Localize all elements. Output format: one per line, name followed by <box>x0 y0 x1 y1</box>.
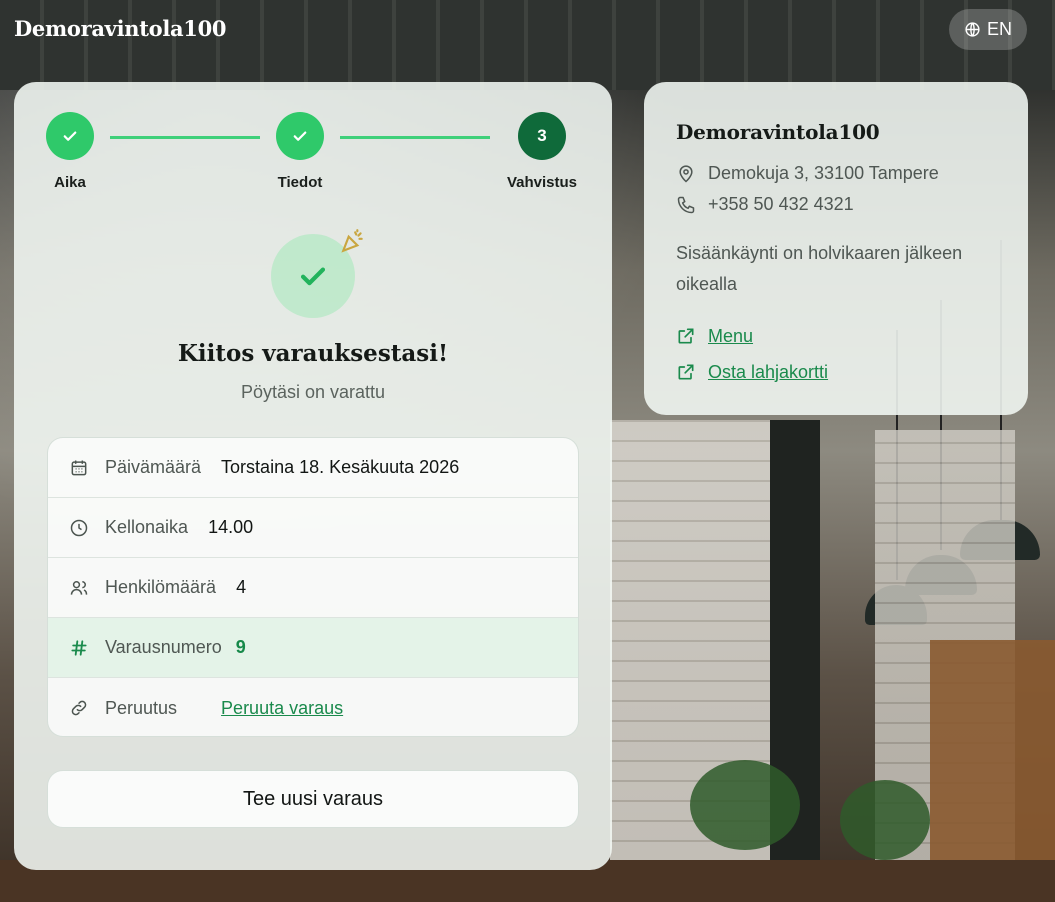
party-popper-icon <box>341 229 363 253</box>
step-connector <box>110 136 260 139</box>
step-3-label: Vahvistus <box>506 174 578 191</box>
step-2-label: Tiedot <box>277 174 323 191</box>
language-label: EN <box>986 19 1012 39</box>
check-icon <box>300 267 326 286</box>
cancel-reservation-link[interactable]: Peruuta varaus <box>221 698 343 719</box>
map-pin-icon <box>679 164 693 183</box>
step-connector <box>340 136 490 139</box>
guests-label: Henkilömäärä <box>105 577 217 597</box>
gift-card-link-label: Osta lahjakortti <box>708 361 829 382</box>
hash-icon <box>69 638 89 658</box>
detail-row-reservation: Varausnumero 9 <box>48 618 578 678</box>
menu-link-label: Menu <box>708 325 754 346</box>
external-link-icon <box>678 364 694 380</box>
gift-card-link[interactable]: Osta lahjakortti <box>676 354 996 390</box>
detail-row-guests: Henkilömäärä 4 <box>48 558 578 618</box>
detail-row-cancel: Peruutus Peruuta varaus <box>48 678 578 736</box>
guests-value: 4 <box>236 577 247 597</box>
language-button[interactable]: EN <box>949 9 1027 50</box>
time-label: Kellonaika <box>105 517 189 537</box>
date-label: Päivämäärä <box>105 457 202 477</box>
detail-row-time: Kellonaika 14.00 <box>48 498 578 558</box>
clock-icon <box>69 518 89 538</box>
globe-icon <box>965 22 980 37</box>
check-icon <box>293 131 307 141</box>
confirmation-title: Kiitos varauksestasi! <box>177 340 449 367</box>
time-value: 14.00 <box>208 517 254 537</box>
step-3-circle: 3 <box>518 112 566 160</box>
step-2-circle[interactable] <box>276 112 324 160</box>
reservation-value: 9 <box>235 637 246 657</box>
cancel-label: Peruutus <box>105 697 178 718</box>
check-icon <box>63 131 77 141</box>
calendar-icon <box>69 458 89 478</box>
brand-logo[interactable]: Demoravintola100 <box>14 16 227 41</box>
step-1-label: Aika <box>54 174 86 191</box>
new-booking-button[interactable]: Tee uusi varaus <box>47 770 579 828</box>
restaurant-phone: +358 50 432 4321 <box>676 189 996 220</box>
external-link-icon <box>678 328 694 344</box>
progress-stepper: Aika Tiedot 3 Vahvistus <box>14 112 612 192</box>
menu-link[interactable]: Menu <box>676 318 996 354</box>
restaurant-address: Demokuja 3, 33100 Tampere <box>676 158 996 189</box>
users-icon <box>69 578 89 598</box>
phone-icon <box>677 196 695 213</box>
detail-row-date: Päivämäärä Torstaina 18. Kesäkuuta 2026 <box>48 438 578 498</box>
confirmation-subtitle: Pöytäsi on varattu <box>240 382 386 402</box>
date-value: Torstaina 18. Kesäkuuta 2026 <box>221 457 460 477</box>
restaurant-name: Demoravintola100 <box>676 120 880 144</box>
step-3-number: 3 <box>537 126 547 145</box>
booking-details: Päivämäärä Torstaina 18. Kesäkuuta 2026 … <box>47 437 579 737</box>
phone-text: +358 50 432 4321 <box>708 194 854 214</box>
reservation-label: Varausnumero <box>105 637 222 657</box>
confirmation-card: Aika Tiedot 3 Vahvistus Kiitos varaukses… <box>14 82 612 870</box>
address-text: Demokuja 3, 33100 Tampere <box>708 163 939 183</box>
step-1-circle[interactable] <box>46 112 94 160</box>
entrance-note: Sisäänkäynti on holvikaaren jälkeen oike… <box>676 243 963 294</box>
restaurant-info-card: Demoravintola100 Demokuja 3, 33100 Tampe… <box>644 82 1028 415</box>
link-icon <box>69 698 89 718</box>
